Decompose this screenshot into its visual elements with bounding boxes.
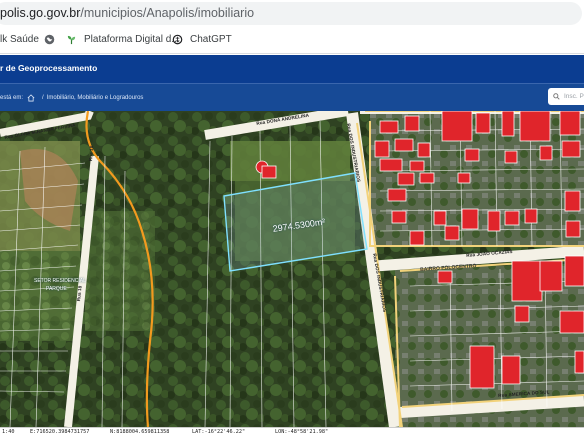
- home-icon[interactable]: [27, 94, 35, 102]
- browser-address-bar: polis.go.gov.br/municipios/Anapolis/imob…: [0, 0, 584, 26]
- bookmark-plataforma-digital[interactable]: Plataforma Digital d...: [66, 34, 180, 45]
- search-icon: [553, 93, 560, 100]
- map-status-bar: 1:40 E:716520.3984731757 N:8188004.65981…: [0, 427, 584, 438]
- bookmark-label: ChatGPT: [190, 34, 232, 45]
- globe-icon: [44, 34, 55, 45]
- bookmark-chatgpt[interactable]: ChatGPT: [172, 34, 232, 45]
- breadcrumb: está em: / Imobiliário, Mobiliário e Log…: [0, 83, 584, 111]
- bookmarks-bar: lk Saúde Plataforma Digital d... ChatGPT: [0, 27, 584, 54]
- bookmark-label: Plataforma Digital d...: [84, 34, 180, 45]
- app-title: r de Geoprocessamento: [0, 63, 98, 73]
- url-path: /municipios/Anapolis/imobiliario: [80, 6, 255, 20]
- longitude-readout: LON:-48°58'21.98": [275, 429, 329, 435]
- breadcrumb-separator: /: [42, 95, 44, 101]
- bookmark-saude[interactable]: lk Saúde: [0, 34, 39, 45]
- plant-icon: [67, 35, 76, 45]
- street-label-rua-18-top: Rua 18: [88, 145, 95, 162]
- app-header: r de Geoprocessamento: [0, 55, 584, 83]
- breadcrumb-current[interactable]: Imobiliário, Mobiliário e Logradouros: [47, 95, 144, 101]
- map-canvas[interactable]: Rua OLIVIA MIRANDA PEREIRA Rua 18 Rua 18…: [0, 111, 584, 427]
- setor-label-1: SETOR RESIDENCIAL: [34, 278, 86, 284]
- bookmark-label: lk Saúde: [0, 34, 39, 45]
- breadcrumb-prefix: está em:: [0, 95, 24, 101]
- inscription-search-input[interactable]: Insc. P: [548, 88, 584, 105]
- url-text[interactable]: polis.go.gov.br/municipios/Anapolis/imob…: [0, 6, 254, 20]
- bookmark-globe[interactable]: [44, 34, 62, 45]
- setor-label-2: PARQUE: [46, 286, 67, 292]
- breadcrumb-trail: está em: / Imobiliário, Mobiliário e Log…: [0, 94, 143, 102]
- latitude-readout: LAT:-16°22'46.22": [192, 429, 246, 435]
- northing-readout: N:8188004.659811358: [110, 429, 170, 435]
- chatgpt-icon: [172, 34, 183, 45]
- search-placeholder: Insc. P: [564, 93, 584, 100]
- url-host: polis.go.gov.br: [0, 6, 81, 20]
- map-scale: 1:40: [2, 429, 15, 435]
- easting-readout: E:716520.3984731757: [30, 429, 90, 435]
